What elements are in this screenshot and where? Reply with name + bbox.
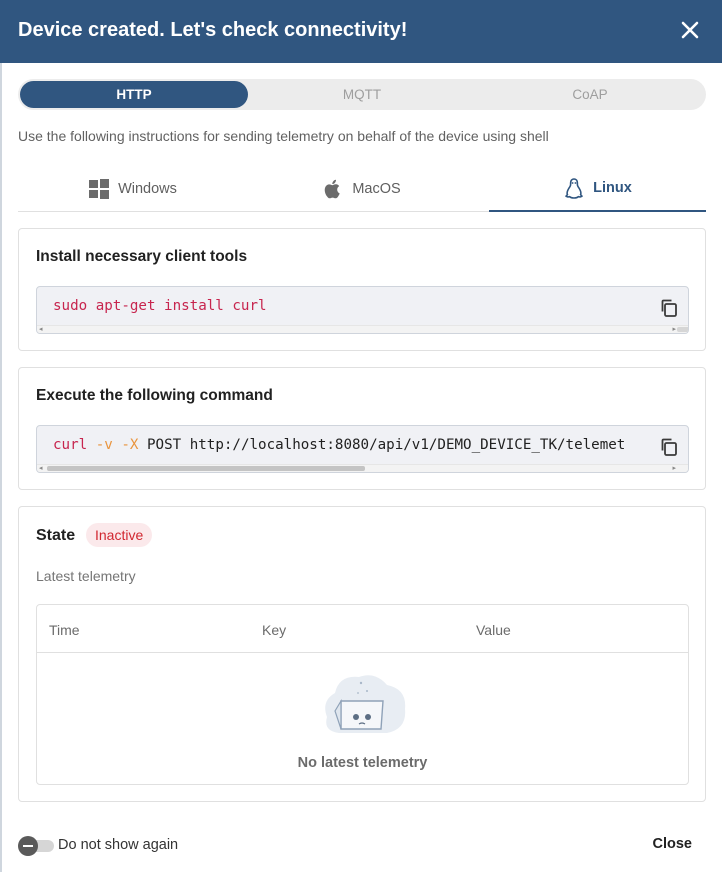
left-edge-strip: [0, 63, 2, 872]
empty-state-text: No latest telemetry: [297, 755, 428, 771]
apple-icon: [325, 179, 341, 199]
tab-windows-label: Windows: [118, 181, 177, 197]
execute-command-card: Execute the following command curl -v -X…: [18, 367, 706, 490]
protocol-mqtt-button[interactable]: MQTT: [248, 81, 476, 108]
linux-icon: [565, 178, 583, 199]
dialog-header: Device created. Let's check connectivity…: [0, 0, 722, 63]
protocol-coap-button[interactable]: CoAP: [476, 81, 704, 108]
protocol-toggle-group: HTTP MQTT CoAP: [18, 79, 706, 110]
column-header-time: Time: [49, 622, 80, 638]
status-badge: Inactive: [86, 523, 153, 547]
execute-command-text: curl -v -X POST http://localhost:8080/ap…: [53, 437, 626, 453]
execute-card-title: Execute the following command: [36, 387, 273, 404]
close-button[interactable]: Close: [653, 836, 693, 852]
install-tools-card: Install necessary client tools sudo apt-…: [18, 228, 706, 351]
install-card-title: Install necessary client tools: [36, 248, 248, 265]
copy-icon[interactable]: [659, 437, 679, 457]
latest-telemetry-label: Latest telemetry: [36, 568, 136, 584]
telemetry-table: Time Key Value No latest telemetry: [36, 604, 689, 785]
tab-windows[interactable]: Windows: [18, 166, 247, 212]
empty-folder-icon: [325, 675, 406, 733]
column-header-value: Value: [476, 622, 511, 638]
dialog-title: Device created. Let's check connectivity…: [18, 19, 408, 41]
device-state-card: State Inactive Latest telemetry Time Key…: [18, 506, 706, 802]
protocol-http-button[interactable]: HTTP: [20, 81, 248, 108]
tab-linux[interactable]: Linux: [489, 166, 706, 212]
table-header-divider: [37, 652, 688, 653]
execute-horizontal-scrollbar[interactable]: ◂ ▸: [37, 464, 688, 472]
os-tab-bar: Windows MacOS Linux: [18, 166, 706, 212]
tab-macos-label: MacOS: [352, 181, 401, 197]
state-label: State: [36, 527, 76, 544]
do-not-show-label: Do not show again: [58, 837, 179, 853]
column-header-key: Key: [262, 622, 287, 638]
install-code-block[interactable]: sudo apt-get install curl ◂ ▸: [36, 286, 689, 334]
tab-macos[interactable]: MacOS: [247, 166, 476, 212]
tab-linux-label: Linux: [593, 180, 632, 196]
windows-icon: [89, 179, 110, 199]
install-horizontal-scrollbar[interactable]: ◂ ▸: [37, 325, 688, 333]
close-icon[interactable]: [678, 18, 702, 42]
instructions-text: Use the following instructions for sendi…: [18, 128, 549, 144]
install-command-text: sudo apt-get install curl: [53, 298, 267, 314]
dialog-footer: Do not show again Close: [18, 832, 706, 858]
copy-icon[interactable]: [659, 298, 679, 318]
do-not-show-toggle[interactable]: [18, 835, 54, 856]
execute-code-block[interactable]: curl -v -X POST http://localhost:8080/ap…: [36, 425, 689, 473]
